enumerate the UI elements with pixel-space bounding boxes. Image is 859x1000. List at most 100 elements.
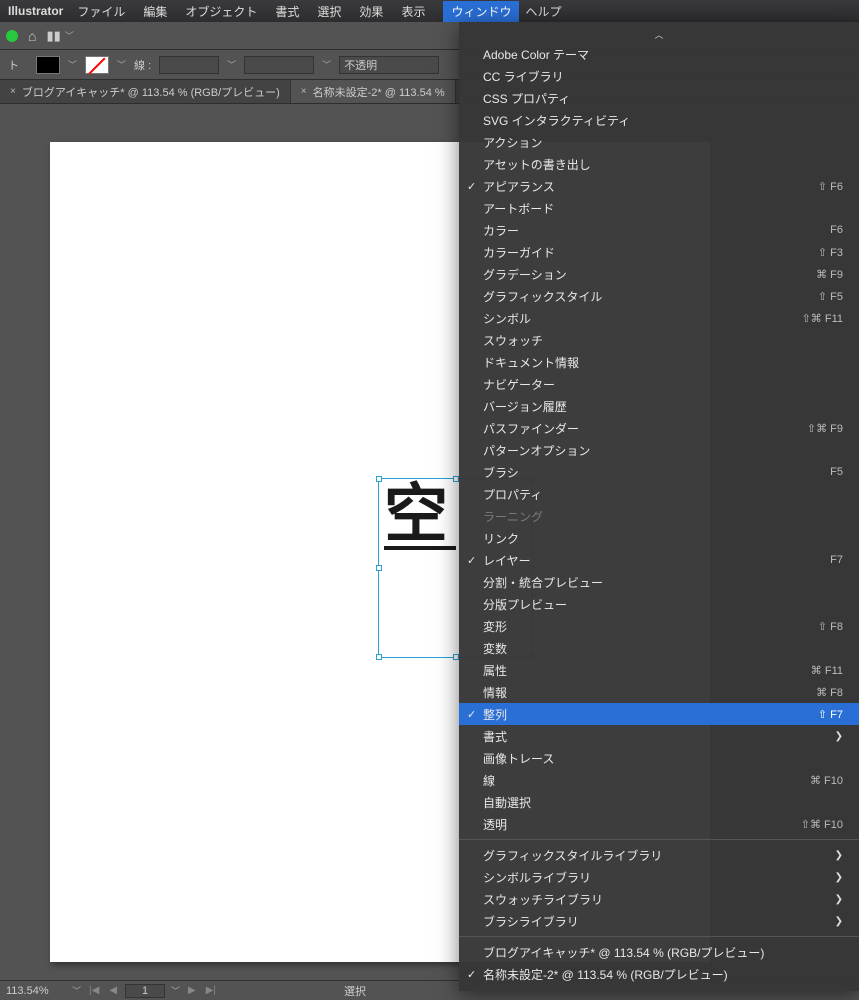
menu-item[interactable]: 透明⇧⌘ F10: [459, 813, 859, 835]
menu-item-label: 情報: [483, 684, 816, 701]
menu-item[interactable]: 分版プレビュー: [459, 593, 859, 615]
menu-item[interactable]: アートボード: [459, 197, 859, 219]
menu-file[interactable]: ファイル: [77, 3, 125, 20]
menu-item[interactable]: ✓整列⇧ F7: [459, 703, 859, 725]
menu-item-label: ラーニング: [483, 508, 843, 525]
menu-item[interactable]: ✓アピアランス⇧ F6: [459, 175, 859, 197]
chevron-down-icon[interactable]: ﹀: [72, 984, 81, 997]
menu-item[interactable]: グラデーション⌘ F9: [459, 263, 859, 285]
menu-item[interactable]: 変数: [459, 637, 859, 659]
close-icon[interactable]: ×: [301, 86, 307, 97]
menu-item[interactable]: パターンオプション: [459, 439, 859, 461]
menu-item-label: プロパティ: [483, 486, 843, 503]
menu-item[interactable]: 属性⌘ F11: [459, 659, 859, 681]
menu-scroll-up-icon[interactable]: ︿: [459, 28, 859, 43]
menu-item[interactable]: グラフィックスタイルライブラリ❯: [459, 844, 859, 866]
resize-handle[interactable]: [376, 565, 382, 571]
first-artboard-icon[interactable]: |◀: [87, 985, 101, 996]
menu-item[interactable]: パスファインダー⇧⌘ F9: [459, 417, 859, 439]
menu-item-label: シンボル: [483, 310, 802, 327]
menu-item-label: 透明: [483, 816, 801, 833]
menu-item[interactable]: CC ライブラリ: [459, 65, 859, 87]
workspace-switcher[interactable]: ▮▮ ﹀: [46, 28, 73, 44]
menu-item[interactable]: リンク: [459, 527, 859, 549]
menubar: Illustrator ファイル 編集 オブジェクト 書式 選択 効果 表示 ウ…: [0, 0, 859, 22]
menu-edit[interactable]: 編集: [143, 3, 167, 20]
artboard-number-input[interactable]: [125, 984, 165, 998]
stroke-swatch[interactable]: [85, 56, 109, 74]
menu-shortcut: ⇧⌘ F9: [807, 422, 843, 435]
chevron-down-icon[interactable]: ﹀: [322, 58, 331, 71]
window-maximize-icon[interactable]: [6, 30, 18, 42]
menu-item-label: 変形: [483, 618, 818, 635]
chevron-down-icon[interactable]: ﹀: [68, 58, 77, 71]
menu-item[interactable]: ✓名称未設定-2* @ 113.54 % (RGB/プレビュー): [459, 963, 859, 985]
chevron-down-icon: ﹀: [65, 29, 74, 42]
menu-item-label: 名称未設定-2* @ 113.54 % (RGB/プレビュー): [483, 966, 843, 983]
menu-help[interactable]: ヘルプ: [525, 3, 561, 20]
resize-handle[interactable]: [453, 654, 459, 660]
menu-item[interactable]: シンボルライブラリ❯: [459, 866, 859, 888]
menu-type[interactable]: 書式: [275, 3, 299, 20]
menu-item[interactable]: 線⌘ F10: [459, 769, 859, 791]
home-icon[interactable]: ⌂: [28, 28, 36, 44]
document-tab[interactable]: × ブログアイキャッチ* @ 113.54 % (RGB/プレビュー): [0, 80, 291, 103]
stroke-profile-input[interactable]: [244, 56, 314, 74]
zoom-level[interactable]: 113.54%: [6, 985, 66, 997]
menu-shortcut: F6: [830, 224, 843, 236]
chevron-down-icon[interactable]: ﹀: [117, 58, 126, 71]
resize-handle[interactable]: [376, 654, 382, 660]
menu-select[interactable]: 選択: [317, 3, 341, 20]
menu-item[interactable]: 自動選択: [459, 791, 859, 813]
opacity-input[interactable]: 不透明: [339, 56, 439, 74]
menu-item[interactable]: ナビゲーター: [459, 373, 859, 395]
stroke-weight-input[interactable]: [159, 56, 219, 74]
submenu-arrow-icon: ❯: [835, 850, 843, 861]
menu-shortcut: ⇧ F8: [818, 620, 843, 633]
menu-item-label: パスファインダー: [483, 420, 807, 437]
resize-handle[interactable]: [453, 476, 459, 482]
close-icon[interactable]: ×: [10, 86, 16, 97]
menu-item[interactable]: 書式❯: [459, 725, 859, 747]
menu-item[interactable]: スウォッチライブラリ❯: [459, 888, 859, 910]
menu-item[interactable]: ブログアイキャッチ* @ 113.54 % (RGB/プレビュー): [459, 941, 859, 963]
fill-swatch[interactable]: [36, 56, 60, 74]
menu-item[interactable]: グラフィックスタイル⇧ F5: [459, 285, 859, 307]
menu-item[interactable]: 画像トレース: [459, 747, 859, 769]
menu-item[interactable]: アセットの書き出し: [459, 153, 859, 175]
menu-item[interactable]: ✓レイヤーF7: [459, 549, 859, 571]
menu-item-label: Adobe Color テーマ: [483, 46, 843, 63]
menu-item[interactable]: 情報⌘ F8: [459, 681, 859, 703]
menu-item[interactable]: ブラシライブラリ❯: [459, 910, 859, 932]
menu-item[interactable]: バージョン履歴: [459, 395, 859, 417]
prev-artboard-icon[interactable]: ◀: [107, 985, 119, 996]
selection-status: 選択: [344, 983, 366, 999]
menu-item[interactable]: カラーF6: [459, 219, 859, 241]
menu-item[interactable]: カラーガイド⇧ F3: [459, 241, 859, 263]
menu-item[interactable]: 変形⇧ F8: [459, 615, 859, 637]
menu-item[interactable]: アクション: [459, 131, 859, 153]
menu-item[interactable]: スウォッチ: [459, 329, 859, 351]
menu-item-label: ドキュメント情報: [483, 354, 843, 371]
menu-effect[interactable]: 効果: [359, 3, 383, 20]
submenu-arrow-icon: ❯: [835, 731, 843, 742]
menu-item[interactable]: プロパティ: [459, 483, 859, 505]
chevron-down-icon[interactable]: ﹀: [171, 984, 180, 997]
menu-item[interactable]: Adobe Color テーマ: [459, 43, 859, 65]
menu-item[interactable]: CSS プロパティ: [459, 87, 859, 109]
next-artboard-icon[interactable]: ▶: [186, 985, 198, 996]
menu-view[interactable]: 表示: [401, 3, 425, 20]
menu-item-label: スウォッチライブラリ: [483, 891, 835, 908]
last-artboard-icon[interactable]: ▶|: [204, 985, 218, 996]
menu-item[interactable]: シンボル⇧⌘ F11: [459, 307, 859, 329]
menu-item[interactable]: ブラシF5: [459, 461, 859, 483]
menu-item[interactable]: ドキュメント情報: [459, 351, 859, 373]
menu-item[interactable]: SVG インタラクティビティ: [459, 109, 859, 131]
document-tab[interactable]: × 名称未設定-2* @ 113.54 %: [291, 80, 456, 103]
menu-item-label: 自動選択: [483, 794, 843, 811]
menu-window[interactable]: ウィンドウ: [443, 1, 519, 22]
chevron-down-icon[interactable]: ﹀: [227, 58, 236, 71]
menu-object[interactable]: オブジェクト: [185, 3, 257, 20]
resize-handle[interactable]: [376, 476, 382, 482]
menu-item[interactable]: 分割・統合プレビュー: [459, 571, 859, 593]
